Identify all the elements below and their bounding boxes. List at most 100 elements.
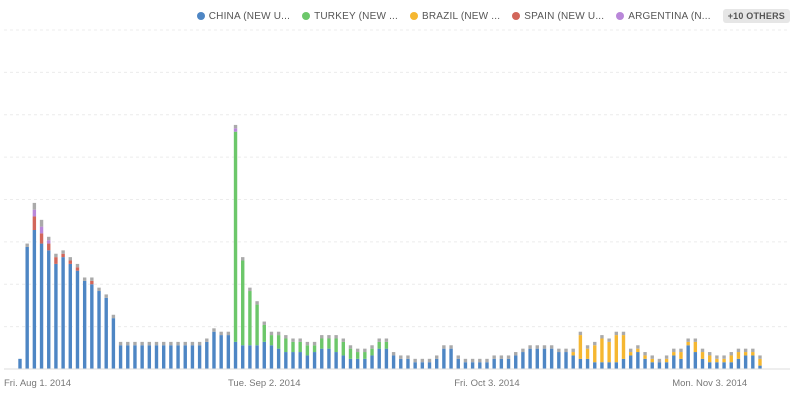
bar-segment-0[interactable] xyxy=(118,345,123,369)
bar-segment-0[interactable] xyxy=(39,243,44,369)
bar-segment-0[interactable] xyxy=(456,358,460,369)
bar-segment-others[interactable] xyxy=(499,355,504,359)
bar-segment-1[interactable] xyxy=(370,348,374,356)
bar-segment-0[interactable] xyxy=(614,362,619,369)
bar-segment-0[interactable] xyxy=(25,246,29,369)
bar-segment-others[interactable] xyxy=(75,263,80,268)
bar-segment-others[interactable] xyxy=(363,348,367,353)
bar-segment-others[interactable] xyxy=(650,355,654,359)
bar-segment-0[interactable] xyxy=(442,348,446,369)
bar-segment-2[interactable] xyxy=(672,352,676,356)
bar-segment-0[interactable] xyxy=(413,362,417,369)
bar-segment-2[interactable] xyxy=(578,335,583,359)
bar-segment-0[interactable] xyxy=(334,352,338,369)
bar-segment-0[interactable] xyxy=(363,358,367,369)
bar-segment-4[interactable] xyxy=(39,226,44,234)
bar-segment-1[interactable] xyxy=(341,341,345,356)
bar-segment-0[interactable] xyxy=(147,345,152,369)
bar-segment-others[interactable] xyxy=(183,341,187,346)
bar-segment-others[interactable] xyxy=(68,257,72,261)
bar-segment-0[interactable] xyxy=(499,358,504,369)
bar-segment-0[interactable] xyxy=(355,358,360,369)
bar-segment-3[interactable] xyxy=(39,233,44,244)
bar-segment-others[interactable] xyxy=(212,328,216,332)
bar-segment-0[interactable] xyxy=(341,355,345,369)
bar-segment-2[interactable] xyxy=(722,358,726,363)
bar-segment-others[interactable] xyxy=(664,355,669,359)
bar-segment-3[interactable] xyxy=(47,243,51,251)
bar-segment-0[interactable] xyxy=(255,345,259,369)
bar-segment-1[interactable] xyxy=(320,338,324,349)
bar-segment-others[interactable] xyxy=(32,202,37,210)
bar-segment-others[interactable] xyxy=(61,250,65,254)
bar-segment-others[interactable] xyxy=(557,348,561,353)
bar-segment-others[interactable] xyxy=(614,331,619,336)
bar-segment-0[interactable] xyxy=(190,345,195,369)
bar-segment-others[interactable] xyxy=(729,352,733,356)
bar-segment-others[interactable] xyxy=(118,341,123,346)
bar-segment-others[interactable] xyxy=(169,341,173,346)
bar-segment-0[interactable] xyxy=(205,341,209,369)
bar-segment-others[interactable] xyxy=(262,321,266,325)
bar-segment-others[interactable] xyxy=(197,341,202,346)
bar-segment-0[interactable] xyxy=(435,358,439,369)
bar-segment-0[interactable] xyxy=(427,362,432,369)
bar-segment-0[interactable] xyxy=(18,358,22,369)
bar-segment-others[interactable] xyxy=(607,338,611,342)
bar-segment-2[interactable] xyxy=(650,358,654,363)
bar-segment-others[interactable] xyxy=(284,335,288,339)
bar-segment-others[interactable] xyxy=(190,341,195,346)
bar-segment-0[interactable] xyxy=(751,355,755,369)
bar-segment-1[interactable] xyxy=(348,348,353,359)
bar-segment-0[interactable] xyxy=(557,352,561,369)
bar-segment-0[interactable] xyxy=(657,362,662,369)
bar-segment-others[interactable] xyxy=(693,338,698,342)
bar-segment-others[interactable] xyxy=(628,348,633,353)
bar-segment-0[interactable] xyxy=(298,352,302,369)
bar-segment-0[interactable] xyxy=(197,345,202,369)
bar-segment-others[interactable] xyxy=(521,348,525,353)
bar-segment-others[interactable] xyxy=(643,352,647,356)
bar-segment-0[interactable] xyxy=(32,230,37,369)
bar-segment-1[interactable] xyxy=(377,341,381,349)
bar-segment-0[interactable] xyxy=(305,355,310,369)
bar-segment-others[interactable] xyxy=(54,253,58,258)
bar-segment-2[interactable] xyxy=(614,335,619,363)
bar-segment-0[interactable] xyxy=(708,362,712,369)
bar-segment-others[interactable] xyxy=(758,355,762,359)
bar-segment-0[interactable] xyxy=(528,348,532,369)
bar-segment-others[interactable] xyxy=(291,338,295,342)
bar-segment-others[interactable] xyxy=(485,358,489,363)
bar-segment-others[interactable] xyxy=(435,355,439,359)
bar-segment-others[interactable] xyxy=(636,345,640,349)
bar-segment-0[interactable] xyxy=(312,352,317,369)
bar-segment-2[interactable] xyxy=(686,341,690,346)
bar-segment-others[interactable] xyxy=(571,348,575,353)
bar-segment-1[interactable] xyxy=(291,341,295,353)
bar-segment-others[interactable] xyxy=(700,348,705,353)
bar-segment-0[interactable] xyxy=(628,355,633,369)
bar-segment-0[interactable] xyxy=(478,362,482,369)
bar-segment-0[interactable] xyxy=(233,341,238,369)
bar-segment-0[interactable] xyxy=(600,362,604,369)
bar-segment-2[interactable] xyxy=(607,341,611,363)
bar-segment-others[interactable] xyxy=(743,348,748,353)
bar-segment-others[interactable] xyxy=(147,341,152,346)
bar-segment-0[interactable] xyxy=(564,352,568,369)
bar-segment-others[interactable] xyxy=(506,355,511,359)
bar-segment-0[interactable] xyxy=(700,358,705,369)
bar-segment-others[interactable] xyxy=(399,355,403,359)
bar-segment-4[interactable] xyxy=(32,209,37,217)
bar-segment-1[interactable] xyxy=(241,260,245,346)
bar-segment-others[interactable] xyxy=(348,345,353,349)
bar-segment-1[interactable] xyxy=(384,341,389,349)
bar-segment-0[interactable] xyxy=(212,331,216,369)
bar-segment-1[interactable] xyxy=(305,345,310,356)
bar-segment-0[interactable] xyxy=(75,270,80,369)
bar-segment-0[interactable] xyxy=(585,358,590,369)
bar-segment-0[interactable] xyxy=(693,352,698,369)
bar-segment-others[interactable] xyxy=(334,335,338,339)
bar-segment-others[interactable] xyxy=(715,355,719,359)
bar-segment-3[interactable] xyxy=(90,280,94,285)
bar-segment-others[interactable] xyxy=(126,341,130,346)
